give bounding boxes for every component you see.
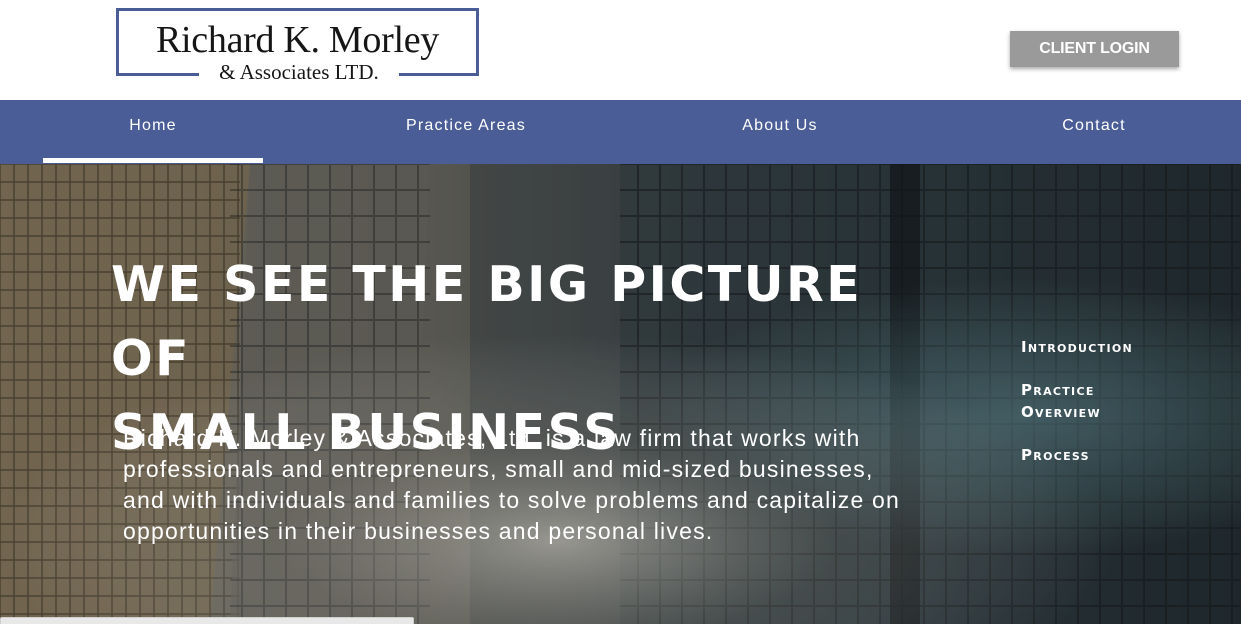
hero-intro-paragraph: Richard K. Morley & Associates, Ltd. is … [123,425,901,544]
side-nav-practice-overview[interactable]: Practice Overview [1021,379,1131,423]
nav-item-practice-areas[interactable]: Practice Areas [356,100,576,164]
hero-headline-line1: WE SEE THE BIG PICTURE OF [111,256,863,387]
client-login-button[interactable]: CLIENT LOGIN [1010,31,1179,67]
side-nav-introduction[interactable]: Introduction [1021,336,1221,358]
active-nav-indicator [43,158,263,163]
site-header: Richard K. Morley & Associates LTD. CLIE… [0,0,1241,100]
main-nav: Home Practice Areas About Us Contact [0,100,1241,164]
side-nav-process[interactable]: Process [1021,444,1221,466]
hero-section: WE SEE THE BIG PICTURE OF SMALL BUSINESS… [0,164,1241,624]
firm-logo[interactable]: Richard K. Morley & Associates LTD. [116,8,479,83]
nav-item-about-us[interactable]: About Us [670,100,890,164]
bottom-status-bar [0,617,414,624]
logo-subtitle: & Associates LTD. [199,61,399,83]
section-side-nav: Introduction Practice Overview Process [1021,336,1221,466]
logo-title: Richard K. Morley [156,19,439,61]
nav-item-contact[interactable]: Contact [984,100,1204,164]
nav-item-home[interactable]: Home [43,100,263,164]
